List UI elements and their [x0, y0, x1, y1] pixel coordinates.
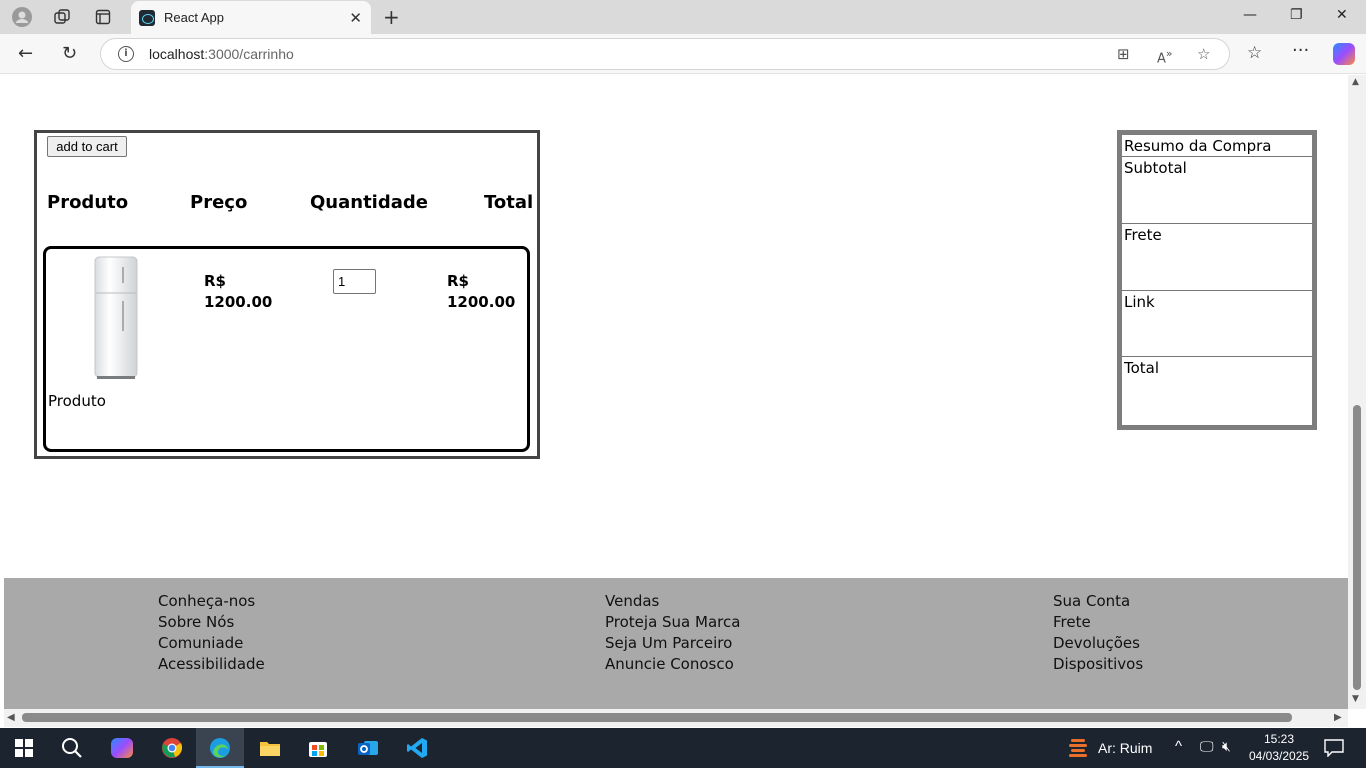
footer-column-1: Conheça-nos Sobre Nós Comuniade Acessibi… — [158, 591, 265, 675]
footer-link[interactable]: Frete — [1053, 612, 1143, 633]
header-quantidade: Quantidade — [310, 192, 428, 213]
tab-react-app[interactable]: React App ✕ — [131, 1, 371, 34]
add-to-cart-button[interactable]: add to cart — [47, 136, 127, 157]
back-icon[interactable]: ← — [18, 43, 33, 64]
horizontal-scroll-thumb[interactable] — [22, 713, 1292, 722]
footer-column-3: Sua Conta Frete Devoluções Dispositivos — [1053, 591, 1143, 675]
search-icon[interactable] — [60, 736, 84, 760]
total-value: 1200.00 — [447, 293, 516, 311]
edge-icon[interactable] — [208, 736, 232, 760]
item-total: R$ 1200.00 — [447, 271, 527, 313]
scroll-left-icon[interactable]: ◀ — [7, 712, 15, 723]
cart-item: Produto R$ 1200.00 R$ 1200.00 — [43, 246, 530, 452]
cart-panel: add to cart Produto Preço Quantidade Tot… — [34, 130, 540, 459]
page-content: add to cart Produto Preço Quantidade Tot… — [4, 75, 1348, 709]
scroll-up-icon[interactable]: ▲ — [1352, 77, 1359, 87]
favorites-icon[interactable]: ☆ — [1247, 43, 1262, 63]
read-aloud-icon[interactable]: A» — [1157, 47, 1173, 66]
network-icon[interactable]: 🖵 — [1200, 738, 1214, 755]
footer-link[interactable]: Dispositivos — [1053, 654, 1143, 675]
refrigerator-image — [94, 256, 138, 379]
weather-icon[interactable] — [1066, 736, 1090, 760]
more-menu-icon[interactable]: ··· — [1292, 40, 1309, 61]
close-tab-icon[interactable]: ✕ — [349, 9, 362, 27]
tab-title: React App — [164, 10, 224, 25]
vertical-scrollbar[interactable]: ▲ ▼ — [1348, 75, 1366, 709]
summary-total: Total — [1124, 359, 1160, 377]
workspaces-icon[interactable] — [51, 6, 73, 28]
quantity-input[interactable] — [333, 269, 376, 294]
footer-link[interactable]: Vendas — [605, 591, 740, 612]
clock-time[interactable]: 15:23 — [1264, 732, 1294, 746]
copilot-icon[interactable] — [1333, 43, 1355, 65]
footer-link[interactable]: Proteja Sua Marca — [605, 612, 740, 633]
scroll-down-icon[interactable]: ▼ — [1352, 694, 1359, 704]
price-value: 1200.00 — [204, 293, 273, 311]
outlook-icon[interactable] — [356, 736, 380, 760]
tab-actions-icon[interactable] — [92, 6, 114, 28]
footer-column-2: Vendas Proteja Sua Marca Seja Um Parceir… — [605, 591, 740, 675]
price-currency: R$ — [204, 272, 226, 290]
product-name: Produto — [48, 392, 106, 410]
summary-frete: Frete — [1122, 224, 1312, 291]
volume-muted-icon[interactable]: 🔇︎ — [1222, 738, 1231, 755]
header-produto: Produto — [47, 192, 129, 213]
reload-icon[interactable]: ↻ — [62, 43, 77, 64]
summary-link: Link — [1122, 291, 1312, 357]
footer-link[interactable]: Devoluções — [1053, 633, 1143, 654]
footer-link[interactable]: Sobre Nós — [158, 612, 265, 633]
vscode-icon[interactable] — [405, 736, 429, 760]
minimize-icon[interactable]: — — [1243, 7, 1257, 23]
footer-link[interactable]: Conheça-nos — [158, 591, 265, 612]
summary-subtotal: Subtotal — [1122, 157, 1312, 224]
new-tab-icon[interactable]: + — [383, 5, 400, 29]
navigation-bar: ← ↻ i localhost:3000/carrinho ⊞ A» ☆ ☆ ·… — [0, 34, 1366, 74]
weather-status[interactable]: Ar: Ruim — [1098, 740, 1152, 756]
file-explorer-icon[interactable] — [258, 736, 282, 760]
footer-link[interactable]: Seja Um Parceiro — [605, 633, 740, 654]
show-hidden-icons-icon[interactable]: ^ — [1175, 738, 1182, 755]
notifications-icon[interactable] — [1322, 736, 1346, 760]
react-favicon-icon — [139, 10, 155, 26]
windows-start-icon[interactable] — [12, 736, 36, 760]
url-text[interactable]: localhost:3000/carrinho — [149, 46, 294, 62]
app-available-icon[interactable]: ⊞ — [1117, 45, 1130, 63]
order-summary: Resumo da Compra Subtotal Frete Link Tot… — [1117, 130, 1317, 430]
item-price: R$ 1200.00 — [204, 271, 284, 313]
tab-bar: React App ✕ + — ❐ ✕ — [0, 0, 1366, 34]
windows-taskbar: Ar: Ruim ^ 🖵 🔇︎ 15:23 04/03/2025 — [0, 728, 1366, 768]
footer: Conheça-nos Sobre Nós Comuniade Acessibi… — [4, 578, 1348, 709]
footer-link[interactable]: Sua Conta — [1053, 591, 1143, 612]
microsoft-store-icon[interactable] — [306, 736, 330, 760]
footer-link[interactable]: Comuniade — [158, 633, 265, 654]
header-preco: Preço — [190, 192, 248, 213]
horizontal-scrollbar[interactable]: ◀ ▶ — [4, 709, 1348, 727]
close-window-icon[interactable]: ✕ — [1336, 7, 1348, 23]
site-info-icon[interactable]: i — [118, 46, 134, 62]
scroll-right-icon[interactable]: ▶ — [1334, 712, 1342, 723]
profile-icon[interactable] — [11, 6, 33, 28]
footer-link[interactable]: Anuncie Conosco — [605, 654, 740, 675]
summary-title: Resumo da Compra — [1122, 135, 1312, 157]
favorite-star-icon[interactable]: ☆ — [1197, 45, 1210, 63]
footer-link[interactable]: Acessibilidade — [158, 654, 265, 675]
address-bar[interactable]: i localhost:3000/carrinho ⊞ A» ☆ — [100, 38, 1230, 70]
vertical-scroll-thumb[interactable] — [1353, 405, 1361, 690]
header-total: Total — [484, 192, 534, 213]
restore-icon[interactable]: ❐ — [1290, 7, 1303, 23]
chrome-icon[interactable] — [160, 736, 184, 760]
clock-date[interactable]: 04/03/2025 — [1249, 749, 1309, 763]
total-currency: R$ — [447, 272, 469, 290]
copilot-taskbar-icon[interactable] — [110, 736, 134, 760]
